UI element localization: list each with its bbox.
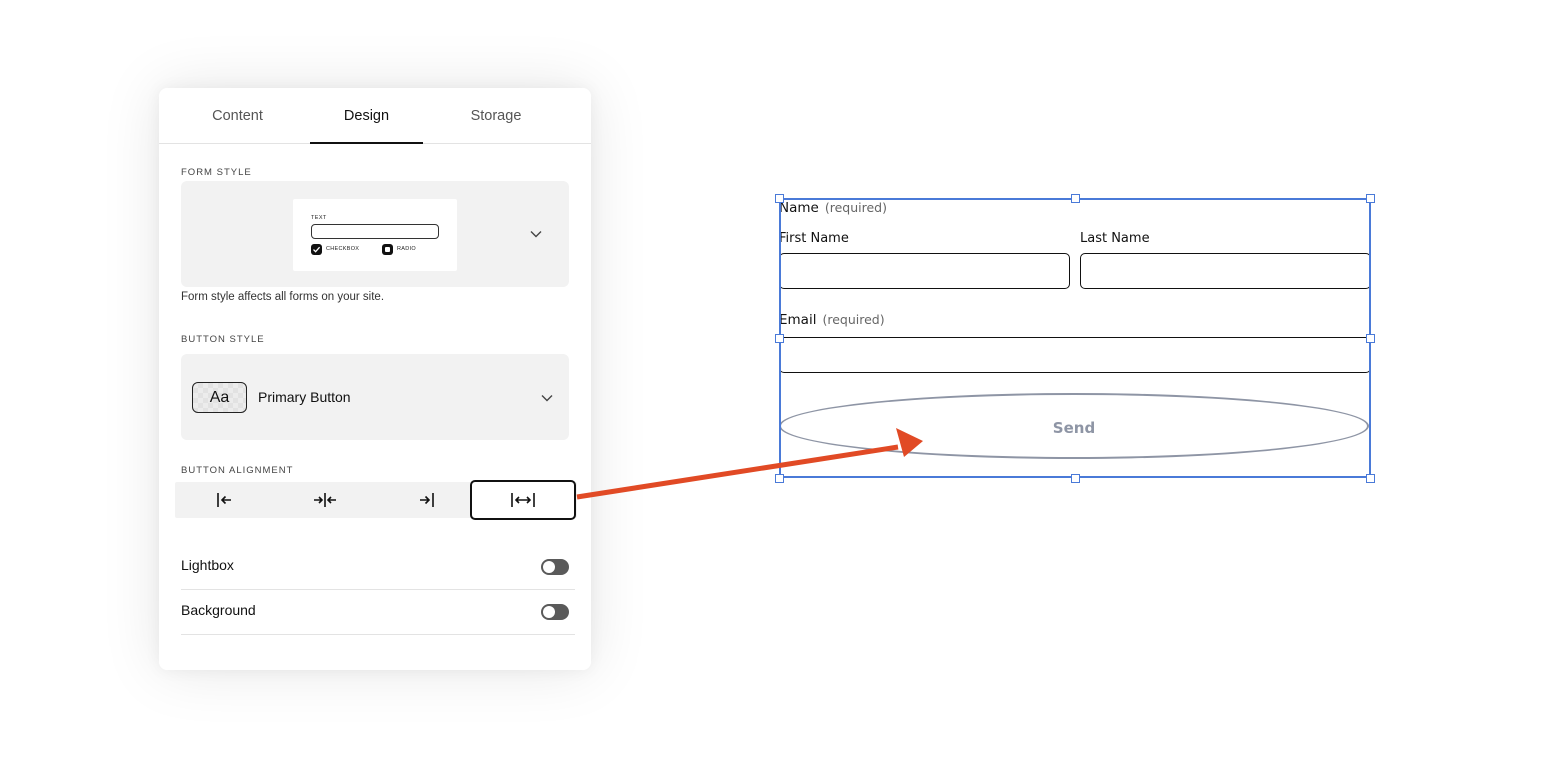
annotation-arrow-icon: [576, 428, 923, 500]
